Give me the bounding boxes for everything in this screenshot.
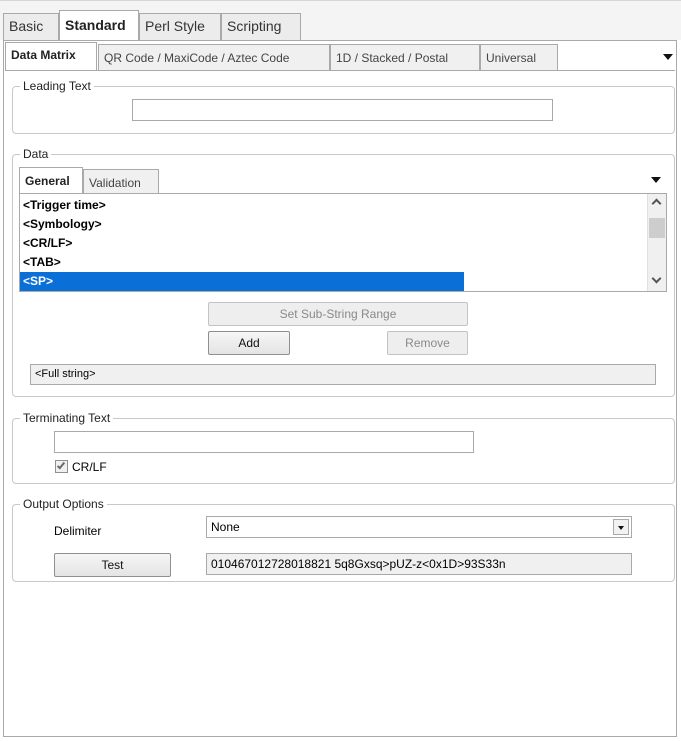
test-button[interactable]: Test — [54, 553, 171, 577]
add-button[interactable]: Add — [208, 331, 290, 355]
tab-qr-code-label: QR Code / MaxiCode / Aztec Code — [104, 51, 290, 65]
delimiter-value: None — [211, 520, 240, 534]
data-legend: Data — [20, 147, 52, 161]
list-item-selected[interactable]: <SP> — [20, 272, 464, 291]
scrollbar-thumb[interactable] — [649, 218, 665, 238]
test-label: Test — [101, 558, 124, 572]
list-item[interactable]: <CR/LF> — [20, 234, 666, 253]
delimiter-label: Delimiter — [54, 524, 102, 538]
tab-data-matrix[interactable]: Data Matrix — [5, 42, 97, 71]
tab-standard-label: Standard — [65, 17, 126, 33]
full-string-text: <Full string> — [35, 368, 96, 380]
add-label: Add — [238, 336, 260, 350]
data-listbox[interactable]: <Trigger time> <Symbology> <CR/LF> <TAB>… — [19, 193, 667, 292]
list-item[interactable]: <Symbology> — [20, 215, 666, 234]
sub-tab-overflow-button[interactable] — [660, 50, 676, 64]
chevron-down-icon — [618, 526, 624, 530]
tab-validation[interactable]: Validation — [83, 169, 159, 194]
terminating-text-input[interactable] — [54, 431, 474, 453]
chevron-down-icon — [663, 54, 673, 60]
tab-universal[interactable]: Universal — [480, 44, 558, 71]
tab-scripting-label: Scripting — [227, 18, 282, 34]
scroll-up-icon[interactable] — [651, 198, 662, 209]
scroll-down-icon[interactable] — [651, 273, 662, 284]
delimiter-dropdown-button[interactable] — [613, 519, 629, 535]
tab-standard[interactable]: Standard — [59, 10, 139, 41]
data-tab-overflow-button[interactable] — [648, 173, 664, 187]
test-output-text: 010467012728018821 5q8Gxsq>pUZ-z<0x1D>93… — [211, 557, 506, 571]
listbox-scrollbar[interactable] — [647, 194, 666, 291]
output-options-legend: Output Options — [20, 497, 107, 511]
chevron-down-icon — [651, 177, 661, 183]
tab-universal-label: Universal — [486, 51, 537, 65]
set-substring-range-button[interactable]: Set Sub-String Range — [208, 302, 468, 326]
full-string-field: <Full string> — [30, 364, 656, 385]
tab-scripting[interactable]: Scripting — [221, 13, 301, 40]
tab-basic-label: Basic — [9, 18, 44, 34]
test-output-field: 010467012728018821 5q8Gxsq>pUZ-z<0x1D>93… — [206, 553, 632, 575]
terminating-text-legend: Terminating Text — [20, 411, 114, 425]
checkmark-icon — [56, 460, 66, 470]
tab-qr-code[interactable]: QR Code / MaxiCode / Aztec Code — [98, 44, 330, 71]
remove-label: Remove — [405, 336, 450, 350]
tab-perl-style-label: Perl Style — [145, 18, 205, 34]
delimiter-select[interactable]: None — [206, 516, 632, 538]
tab-general[interactable]: General — [19, 167, 83, 194]
crlf-checkbox[interactable] — [55, 460, 68, 473]
set-substring-range-label: Set Sub-String Range — [279, 307, 397, 321]
tab-perl-style[interactable]: Perl Style — [139, 13, 221, 40]
leading-text-legend: Leading Text — [20, 79, 94, 93]
tab-general-label: General — [25, 174, 70, 188]
sub-tab-divider — [5, 70, 675, 71]
tab-1d-label: 1D / Stacked / Postal — [336, 51, 449, 65]
tab-1d-stacked-postal[interactable]: 1D / Stacked / Postal — [330, 44, 480, 71]
remove-button[interactable]: Remove — [387, 331, 468, 355]
tab-validation-label: Validation — [89, 176, 141, 190]
tab-data-matrix-label: Data Matrix — [11, 48, 76, 62]
leading-text-input[interactable] — [132, 99, 553, 121]
crlf-label: CR/LF — [72, 460, 107, 474]
list-item[interactable]: <Trigger time> — [20, 196, 666, 215]
list-item[interactable]: <TAB> — [20, 253, 666, 272]
tab-basic[interactable]: Basic — [3, 13, 59, 40]
